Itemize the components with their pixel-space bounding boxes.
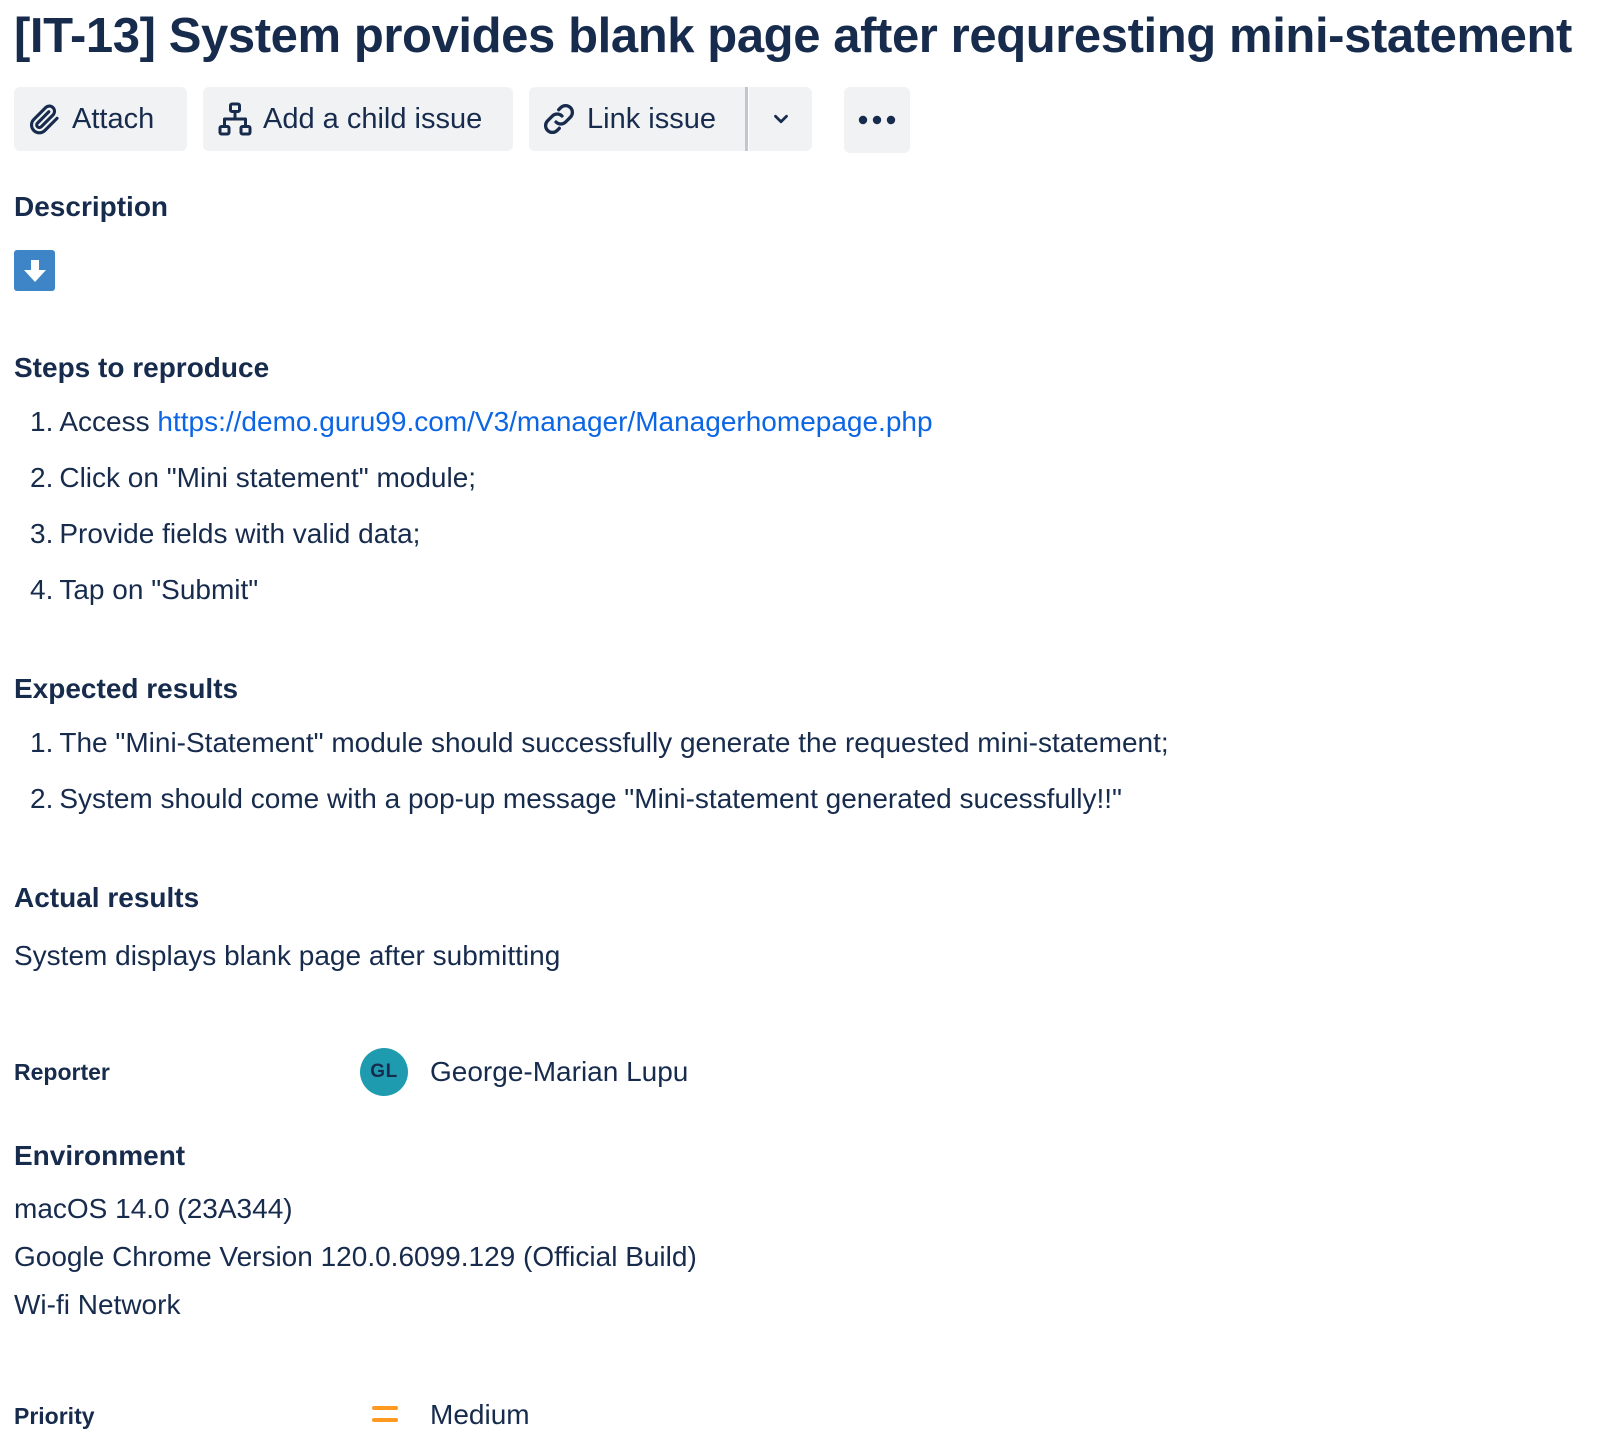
link-issue-dropdown-button[interactable]: [749, 87, 812, 151]
link-issue-button[interactable]: Link issue: [529, 87, 747, 151]
list-number: 2.: [30, 462, 54, 493]
list-number: 1.: [30, 727, 54, 758]
list-item: 2. Click on "Mini statement" module;: [30, 461, 476, 495]
list-number: 4.: [30, 574, 54, 605]
step-text: Tap on "Submit": [59, 574, 259, 605]
list-item: 2. System should come with a pop-up messa…: [30, 782, 1122, 816]
link-icon: [541, 101, 577, 137]
list-item: 3. Provide fields with valid data;: [30, 517, 420, 551]
list-number: 1.: [30, 406, 54, 437]
list-item: 4. Tap on "Submit": [30, 573, 258, 607]
environment-line: Wi-fi Network: [14, 1289, 181, 1320]
add-child-issue-button[interactable]: Add a child issue: [203, 87, 513, 151]
attach-button[interactable]: Attach: [14, 87, 187, 151]
avatar[interactable]: GL: [360, 1048, 408, 1096]
attach-label: Attach: [72, 102, 155, 135]
chevron-down-icon: [770, 108, 792, 130]
reporter-name[interactable]: George-Marian Lupu: [430, 1055, 688, 1089]
list-number: 2.: [30, 783, 54, 814]
split-button-divider: [745, 87, 748, 151]
list-item: 1. The "Mini-Statement" module should suc…: [30, 726, 1169, 760]
step-text: Access: [59, 406, 158, 437]
list-item: 1. Access https://demo.guru99.com/V3/mana…: [30, 405, 933, 439]
arrow-down-icon: [14, 250, 55, 291]
manager-homepage-link[interactable]: https://demo.guru99.com/V3/manager/Manag…: [157, 406, 932, 437]
environment-line: macOS 14.0 (23A344): [14, 1193, 293, 1224]
priority-label: Priority: [14, 1403, 95, 1429]
expected-text: System should come with a pop-up message…: [59, 783, 1122, 814]
paperclip-icon: [28, 102, 62, 136]
actual-results-heading: Actual results: [14, 882, 200, 913]
actual-results-text: System displays blank page after submitt…: [14, 940, 561, 971]
hierarchy-icon: [217, 101, 253, 137]
step-text: Click on "Mini statement" module;: [59, 462, 477, 493]
expected-text: The "Mini-Statement" module should succe…: [59, 727, 1169, 758]
environment-heading: Environment: [14, 1140, 186, 1171]
more-horizontal-icon: [857, 114, 897, 126]
description-heading: Description: [14, 191, 169, 222]
add-child-issue-label: Add a child issue: [263, 102, 483, 135]
priority-value[interactable]: Medium: [430, 1398, 530, 1432]
priority-medium-icon: [372, 1406, 398, 1422]
more-actions-button[interactable]: [844, 87, 910, 153]
link-issue-label: Link issue: [587, 102, 716, 135]
environment-line: Google Chrome Version 120.0.6099.129 (Of…: [14, 1241, 697, 1272]
reporter-label: Reporter: [14, 1059, 110, 1085]
expected-results-heading: Expected results: [14, 673, 239, 704]
steps-heading: Steps to reproduce: [14, 352, 270, 383]
list-number: 3.: [30, 518, 54, 549]
issue-title[interactable]: [IT-13] System provides blank page after…: [14, 8, 1572, 64]
step-text: Provide fields with valid data;: [59, 518, 421, 549]
